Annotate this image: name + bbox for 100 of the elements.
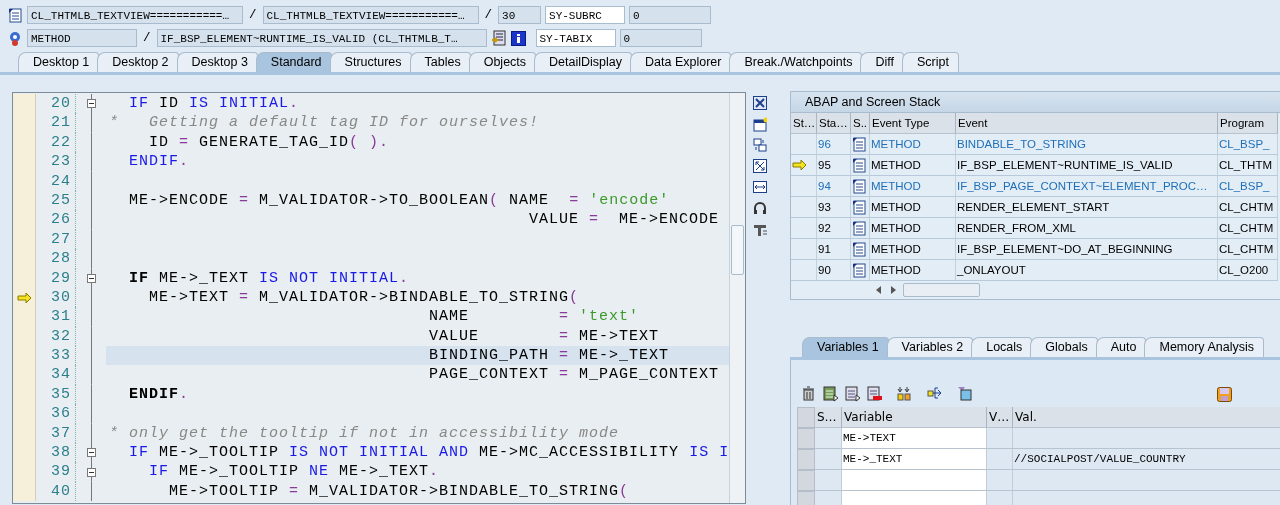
code-line: IF ME->_TOOLTIP NE ME->_TEXT. — [148, 462, 441, 482]
table-cell: CL_O200 — [1218, 260, 1278, 281]
collapse-toggle[interactable] — [86, 273, 96, 283]
new-window-icon[interactable] — [753, 117, 767, 132]
table-cell: METHOD — [870, 134, 956, 155]
table-cell: 96 — [817, 134, 851, 155]
column-header[interactable]: Program — [1218, 113, 1278, 134]
headset-icon[interactable] — [753, 201, 767, 216]
line-field[interactable]: 30 — [498, 6, 542, 24]
table-cell: 93 — [817, 197, 851, 218]
code-line: PAGE_CONTEXT = M_PAGE_CONTEXT — [428, 365, 721, 385]
table-cell: METHOD — [870, 260, 956, 281]
system-field-name[interactable]: SY-TABIX — [535, 29, 616, 47]
table-cell: 95 — [817, 155, 851, 176]
tab[interactable]: Script — [901, 52, 959, 72]
tab[interactable]: Globals — [1030, 337, 1098, 357]
program-field[interactable]: CL_THTMLB_TEXTVIEW===========… — [27, 6, 243, 24]
variable-input[interactable]: ME->_TEXT — [842, 449, 987, 470]
rows-icon[interactable] — [823, 386, 839, 402]
collapse-toggle[interactable] — [86, 467, 96, 477]
code-line: ID = GENERATE_TAG_ID( ). — [148, 132, 391, 153]
code-line: VALUE = ME->TEXT — [428, 326, 661, 347]
system-field-value[interactable]: 0 — [629, 6, 712, 24]
tab[interactable]: Variables 1 — [802, 337, 889, 357]
breakpoint-gutter[interactable] — [13, 94, 36, 114]
separator-slash: / — [248, 8, 258, 22]
delete-rows-icon[interactable] — [867, 386, 883, 402]
table-cell — [815, 470, 842, 491]
column-header[interactable]: Sta… — [817, 113, 851, 134]
table-cell: CL_BSP_ — [1218, 134, 1278, 155]
column-header[interactable]: Val. — [1013, 407, 1280, 428]
row-selector[interactable] — [797, 449, 815, 470]
table-cell: CL_CHTM — [1218, 197, 1278, 218]
column-header[interactable]: St… — [791, 113, 817, 134]
event-type-field[interactable]: METHOD — [27, 29, 137, 47]
code-line: ENDIF. — [128, 384, 191, 405]
down-arrows-icon[interactable] — [897, 386, 913, 402]
fullscreen-icon[interactable] — [753, 159, 767, 174]
code-line: * only get the tooltip if not in accessibility mode — [108, 423, 621, 444]
table-cell: CL_THTM — [1218, 155, 1278, 176]
tab[interactable]: Desktop 3 — [176, 52, 258, 72]
tab[interactable]: Data Explorer — [630, 52, 732, 72]
include-field[interactable]: CL_THTMLB_TEXTVIEW===========… — [262, 6, 479, 24]
tab[interactable]: Objects — [468, 52, 537, 72]
scroll-right-icon[interactable] — [889, 285, 897, 295]
row-selector[interactable] — [797, 470, 815, 491]
tab[interactable]: Desktop 1 — [18, 52, 100, 72]
table-cell: METHOD — [870, 176, 956, 197]
table-cell: CL_CHTM — [1218, 239, 1278, 260]
tab[interactable]: Tables — [409, 52, 471, 72]
table-cell — [815, 428, 842, 449]
scrollbar-thumb[interactable] — [903, 283, 980, 297]
system-field-value[interactable]: 0 — [619, 29, 702, 47]
column-header[interactable]: S… — [815, 407, 842, 428]
panel-title: ABAP and Screen Stack — [791, 92, 1280, 113]
event-field[interactable]: IF_BSP_ELEMENT~RUNTIME_IS_VALID (CL_THTMLB_T… — [156, 29, 487, 47]
tab[interactable]: Break./Watchpoints — [729, 52, 863, 72]
column-header[interactable]: S.. — [851, 113, 870, 134]
tab[interactable]: Variables 2 — [886, 337, 974, 357]
tool-icon[interactable] — [753, 222, 767, 237]
tab[interactable]: Standard — [255, 52, 332, 72]
scrollbar[interactable] — [729, 93, 745, 503]
table-cell: CL_BSP_ — [1218, 176, 1278, 197]
table-cell: BINDABLE_TO_STRING — [956, 134, 1218, 155]
table-cell: 91 — [817, 239, 851, 260]
trash-icon[interactable] — [801, 386, 817, 402]
close-icon[interactable] — [753, 96, 767, 111]
tab[interactable]: Auto — [1095, 337, 1147, 357]
column-header[interactable]: Event Type — [870, 113, 956, 134]
collapse-toggle[interactable] — [86, 99, 96, 109]
column-header[interactable]: Variable — [842, 407, 987, 428]
table-cell: 94 — [817, 176, 851, 197]
tab[interactable]: Desktop 2 — [97, 52, 179, 72]
code-line: NAME = 'text' — [428, 307, 641, 327]
table-cell: IF_BSP_ELEMENT~RUNTIME_IS_VALID — [956, 155, 1218, 176]
tab[interactable]: Memory Analysis — [1144, 337, 1264, 357]
swap-icon[interactable] — [753, 138, 767, 153]
table-cell: RENDER_FROM_XML — [956, 218, 1218, 239]
variable-input[interactable]: ME->TEXT — [842, 428, 987, 449]
row-selector[interactable] — [797, 428, 815, 449]
scroll-left-icon[interactable] — [875, 285, 883, 295]
variable-input[interactable] — [842, 470, 987, 491]
tab[interactable]: Locals — [971, 337, 1033, 357]
tab[interactable]: Structures — [329, 52, 412, 72]
tab[interactable]: Diff — [860, 52, 904, 72]
table-cell — [815, 449, 842, 470]
column-header[interactable]: V… — [987, 407, 1013, 428]
width-icon[interactable] — [753, 180, 767, 195]
info-icon[interactable] — [510, 30, 526, 46]
filter-icon[interactable] — [957, 386, 973, 402]
column-header[interactable]: Event — [956, 113, 1218, 134]
table-cell: METHOD — [870, 155, 956, 176]
system-field-name[interactable]: SY-SUBRC — [545, 6, 626, 24]
code-line: * Getting a default tag ID for ourselves! — [108, 113, 541, 133]
document-icon — [8, 7, 23, 23]
collapse-toggle[interactable] — [86, 448, 96, 458]
table-cell: CL_CHTM — [1218, 218, 1278, 239]
save-icon[interactable] — [1217, 386, 1232, 402]
tab[interactable]: DetailDisplay — [534, 52, 633, 72]
rows-icon[interactable] — [845, 386, 861, 402]
